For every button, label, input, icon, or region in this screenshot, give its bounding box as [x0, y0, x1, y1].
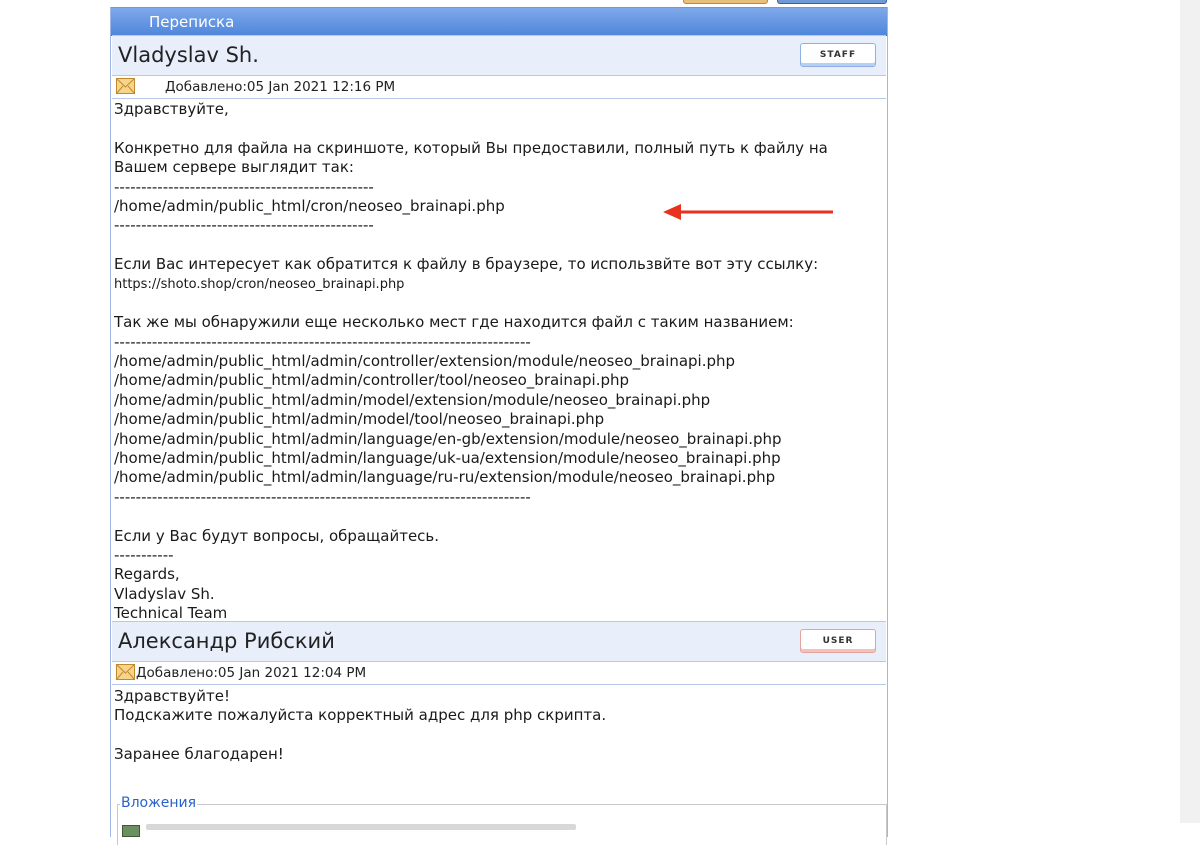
message-line [114, 507, 828, 526]
message-line: ----------------------------------------… [114, 332, 531, 351]
message-line: Если у Вас будут вопросы, обращайтесь. [114, 526, 440, 545]
message-body: Здравствуйте! Подскажите пожалуйста корре… [114, 687, 606, 765]
message-line: Regards, [114, 565, 180, 584]
message-line [114, 119, 828, 138]
message-line: Вашем сервере выглядит так: [114, 158, 354, 177]
message-line [114, 726, 606, 745]
message-line: Vladyslav Sh. [114, 584, 215, 603]
message-meta: Добавлено:05 Jan 2021 12:04 PM [112, 662, 886, 685]
top-blue-button[interactable] [777, 0, 887, 4]
message-line: /home/admin/public_html/admin/language/e… [114, 429, 782, 448]
message-meta: Добавлено:05 Jan 2021 12:16 PM [112, 76, 886, 99]
message-date: Добавлено:05 Jan 2021 12:16 PM [165, 79, 396, 95]
envelope-icon [116, 664, 135, 680]
message-line: Здравствуйте! [114, 687, 230, 705]
attachment-file-icon[interactable] [122, 825, 140, 837]
message-line: ----------------------------------------… [114, 177, 374, 196]
attachments-fieldset: Вложения [117, 795, 887, 845]
message-line: Конкретно для файла на скриншоте, которы… [114, 138, 828, 157]
message-line: /home/admin/public_html/admin/model/exte… [114, 390, 711, 409]
message-line: Подскажите пожалуйста корректный адрес д… [114, 706, 607, 725]
message-line: /home/admin/public_html/admin/language/u… [114, 449, 781, 468]
message-date: Добавлено:05 Jan 2021 12:04 PM [136, 665, 367, 681]
message-header: Александр Рибский USER [112, 621, 886, 662]
staff-badge: STAFF [800, 43, 876, 67]
message-link[interactable]: https://shoto.shop/cron/neoseo_brainapi.… [114, 275, 828, 294]
message-line: Здравствуйте, [114, 100, 229, 118]
message-line: /home/admin/public_html/admin/model/tool… [114, 410, 605, 429]
correspondence-header: Переписка [111, 7, 887, 36]
message-line: /home/admin/public_html/admin/controller… [114, 352, 736, 371]
top-orange-button[interactable] [683, 0, 768, 4]
attachment-link[interactable] [146, 824, 576, 830]
correspondence-panel: Переписка Vladyslav Sh. STAFF Добавлено:… [110, 7, 888, 845]
attachments-label: Вложения [120, 795, 198, 811]
correspondence-title: Переписка [149, 13, 235, 31]
message-line: ----------- [114, 545, 174, 564]
message-line: /home/admin/public_html/admin/language/r… [114, 468, 776, 487]
message-line [114, 236, 828, 255]
arrow-left-icon [663, 204, 833, 220]
page-right-gutter [1180, 0, 1200, 823]
message-line: Так же мы обнаружили еще несколько мест … [114, 313, 794, 332]
message-line: Заранее благодарен! [114, 745, 284, 764]
message-author: Vladyslav Sh. [118, 43, 259, 67]
user-badge: USER [800, 629, 876, 653]
envelope-icon [116, 78, 135, 94]
message-body: Здравствуйте, Конкретно для файла на скри… [114, 100, 828, 624]
message-header: Vladyslav Sh. STAFF [112, 35, 886, 76]
message-line [114, 294, 828, 313]
message-author: Александр Рибский [118, 629, 335, 653]
message-line: ----------------------------------------… [114, 487, 531, 506]
message-line: Если Вас интересует как обратится к файл… [114, 255, 819, 274]
message-line: /home/admin/public_html/admin/controller… [114, 371, 630, 390]
